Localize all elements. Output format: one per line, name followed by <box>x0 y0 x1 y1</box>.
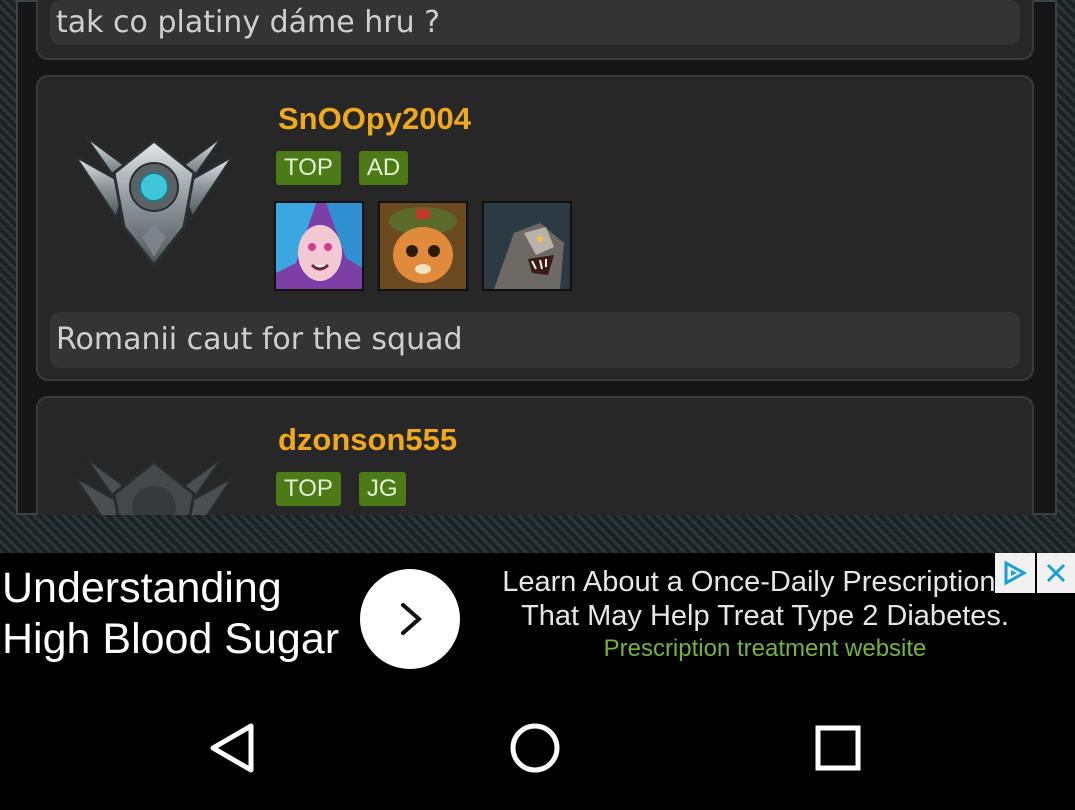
post-comment: Romanii caut for the squad <box>50 312 1020 368</box>
silver-rank-emblem-icon <box>75 457 233 515</box>
post-comment-text: Romanii caut for the squad <box>56 322 463 357</box>
role-tag: AD <box>358 151 409 185</box>
champion-list <box>274 201 572 291</box>
home-button[interactable] <box>503 716 567 780</box>
username[interactable]: SnOOpy2004 <box>278 101 471 137</box>
adchoices-icon[interactable] <box>995 553 1035 593</box>
ad-body-line: Learn About a Once-Daily Prescription ..… <box>502 566 1028 598</box>
back-triangle-icon <box>210 723 254 773</box>
post-list[interactable]: tak co platiny dáme hru ? SnOOpy2004 TOP… <box>16 0 1057 515</box>
recents-button[interactable] <box>806 716 870 780</box>
close-icon[interactable] <box>1037 553 1075 593</box>
post-comment: tak co platiny dáme hru ? <box>50 0 1020 45</box>
post-card[interactable]: dzonson555 TOP JG <box>36 396 1034 515</box>
post-card[interactable]: tak co platiny dáme hru ? <box>36 0 1034 60</box>
home-circle-icon <box>510 723 560 773</box>
teemo-portrait-icon[interactable] <box>378 201 468 291</box>
role-tags: TOP AD <box>276 151 409 185</box>
role-tag: TOP <box>276 151 341 185</box>
chevron-right-icon <box>401 603 423 635</box>
ad-banner[interactable]: Understanding High Blood Sugar Learn Abo… <box>0 553 1075 684</box>
ad-headline[interactable]: Understanding High Blood Sugar <box>2 563 339 665</box>
post-card[interactable]: SnOOpy2004 TOP AD Romanii caut for the s… <box>36 75 1034 381</box>
role-tags: TOP JG <box>276 472 406 506</box>
ad-body-line: That May Help Treat Type 2 Diabetes. <box>521 600 1009 632</box>
jinx-portrait-icon[interactable] <box>274 201 364 291</box>
post-comment-text: tak co platiny dáme hru ? <box>56 4 441 40</box>
ad-open-button[interactable] <box>360 569 460 669</box>
ad-source[interactable]: Prescription treatment website <box>470 635 1060 663</box>
role-tag: JG <box>358 472 406 506</box>
app-frame: tak co platiny dáme hru ? SnOOpy2004 TOP… <box>0 0 1075 553</box>
rengar-portrait-icon[interactable] <box>482 201 572 291</box>
username[interactable]: dzonson555 <box>278 422 457 458</box>
role-tag: TOP <box>276 472 341 506</box>
system-nav-bar <box>0 684 1075 810</box>
ad-headline-line: High Blood Sugar <box>2 615 340 663</box>
ad-body[interactable]: Learn About a Once-Daily Prescription ..… <box>470 565 1060 633</box>
back-button[interactable] <box>200 716 264 780</box>
silver-rank-emblem-icon <box>75 136 233 268</box>
recents-square-icon <box>815 725 861 771</box>
ad-headline-line: Understanding <box>2 564 282 612</box>
